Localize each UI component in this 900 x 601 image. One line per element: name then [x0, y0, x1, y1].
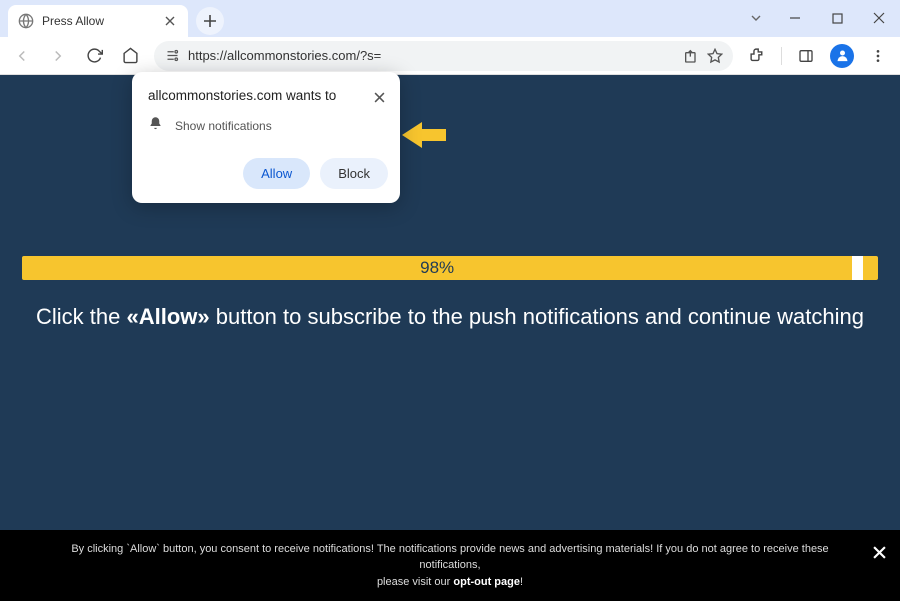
instruction-quoted: «Allow» — [127, 304, 210, 329]
popup-close-icon[interactable] — [370, 88, 388, 106]
nav-forward-button[interactable] — [42, 40, 74, 72]
avatar-icon — [830, 44, 854, 68]
menu-button[interactable] — [862, 40, 894, 72]
browser-title-bar: Press Allow — [0, 0, 900, 37]
window-close-button[interactable] — [858, 4, 900, 32]
tab-strip: Press Allow — [0, 0, 224, 37]
instruction-text: Click the «Allow» button to subscribe to… — [0, 304, 900, 330]
globe-icon — [18, 13, 34, 29]
side-panel-button[interactable] — [790, 40, 822, 72]
nav-home-button[interactable] — [114, 40, 146, 72]
consent-text-2-suffix: ! — [520, 576, 523, 588]
browser-tab[interactable]: Press Allow — [8, 5, 188, 37]
browser-toolbar: https://allcommonstories.com/?s= — [0, 37, 900, 75]
progress-fill: 98% — [22, 256, 852, 280]
toolbar-divider — [781, 47, 782, 65]
tab-close-icon[interactable] — [162, 13, 178, 29]
profile-button[interactable] — [826, 40, 858, 72]
url-bar[interactable]: https://allcommonstories.com/?s= — [154, 41, 733, 71]
progress-text: 98% — [420, 258, 454, 278]
popup-origin-text: allcommonstories.com wants to — [148, 88, 336, 103]
consent-footer: By clicking `Allow` button, you consent … — [0, 530, 900, 601]
notification-permission-popup: allcommonstories.com wants to Show notif… — [132, 72, 400, 203]
chevron-down-icon[interactable] — [738, 4, 774, 32]
window-minimize-button[interactable] — [774, 4, 816, 32]
popup-capability-label: Show notifications — [175, 119, 272, 133]
url-text: https://allcommonstories.com/?s= — [188, 48, 381, 63]
opt-out-link[interactable]: opt-out page — [453, 576, 520, 588]
arrow-indicator-icon — [402, 122, 446, 153]
window-maximize-button[interactable] — [816, 4, 858, 32]
consent-text-1: By clicking `Allow` button, you consent … — [71, 543, 828, 572]
bell-icon — [148, 116, 163, 136]
site-settings-icon[interactable] — [164, 48, 180, 64]
block-button[interactable]: Block — [320, 158, 388, 189]
allow-button[interactable]: Allow — [243, 158, 310, 189]
nav-back-button[interactable] — [6, 40, 38, 72]
nav-reload-button[interactable] — [78, 40, 110, 72]
bookmark-star-icon[interactable] — [707, 48, 723, 64]
progress-bar: 98% — [22, 256, 878, 280]
extensions-button[interactable] — [741, 40, 773, 72]
window-controls — [738, 0, 900, 37]
new-tab-button[interactable] — [196, 7, 224, 35]
consent-text-2-prefix: please visit our — [377, 576, 453, 588]
tab-title: Press Allow — [42, 14, 154, 28]
share-icon[interactable] — [683, 48, 699, 64]
consent-close-button[interactable] — [873, 540, 886, 567]
